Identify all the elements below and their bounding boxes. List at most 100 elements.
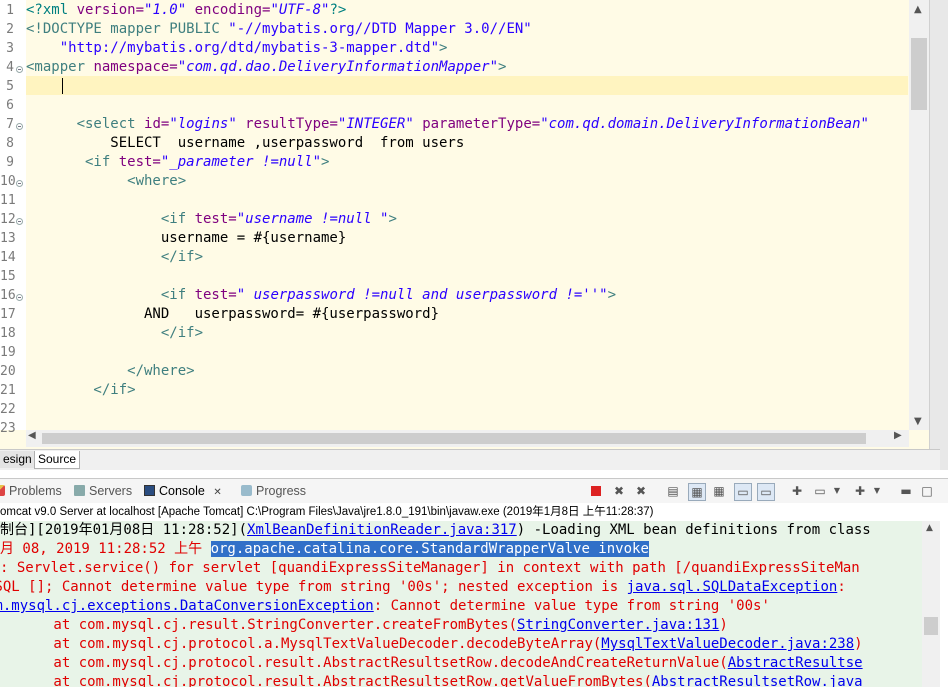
scroll-thumb[interactable] (924, 617, 938, 635)
text-caret (62, 78, 63, 94)
fold-toggle-icon[interactable] (16, 66, 23, 73)
console-process-label: omcat v9.0 Server at localhost [Apache T… (0, 503, 948, 521)
line-number: 11 (0, 193, 16, 208)
display-console-icon[interactable]: ▭ (812, 483, 828, 499)
chevron-down-icon[interactable]: ▼ (829, 483, 845, 499)
code-line-4: <mapper namespace="com.qd.dao.DeliveryIn… (26, 59, 507, 75)
console-line: SQL []; Cannot determine value type from… (0, 579, 846, 595)
line-number: 16 (0, 288, 16, 303)
source-link[interactable]: StringConverter.java:131 (517, 617, 719, 633)
console-icon (144, 485, 155, 496)
line-number: 7 (6, 117, 14, 132)
tab-progress-label: Progress (256, 484, 307, 498)
scroll-down-icon[interactable]: ▼ (914, 416, 922, 427)
fold-toggle-icon[interactable] (16, 294, 23, 301)
scroll-right-icon[interactable]: ▶ (894, 430, 902, 441)
source-link[interactable]: om.mysql.cj.exceptions.DataConversionExc… (0, 598, 374, 614)
console-vertical-scrollbar[interactable]: ▲ (922, 521, 940, 687)
tab-progress[interactable]: Progress (241, 483, 306, 500)
terminate-icon[interactable] (588, 483, 604, 499)
line-number: 19 (0, 345, 16, 360)
line-number: 23 (0, 421, 16, 436)
source-link[interactable]: MysqlTextValueDecoder.java:238 (601, 636, 854, 652)
editor-vertical-scrollbar[interactable]: ▲ ▼ (909, 0, 929, 430)
remove-all-launches-icon[interactable]: ✖ (633, 483, 649, 499)
open-console-icon[interactable]: ✚ (852, 483, 868, 499)
code-line-12: <if test="username !=null "> (26, 211, 397, 227)
line-number: 17 (0, 307, 16, 322)
console-line: at com.mysql.cj.protocol.a.MysqlTextValu… (0, 636, 863, 652)
line-number: 20 (0, 364, 16, 379)
scroll-thumb[interactable] (911, 38, 927, 110)
xml-source-editor[interactable]: 1 2 3 4 5 6 7 8 9 10 11 12 13 14 15 16 17 18 19 20 21 22 23 <?… (0, 0, 948, 449)
line-number: 14 (0, 250, 16, 265)
fold-toggle-icon[interactable] (16, 123, 23, 130)
line-number: 3 (6, 41, 14, 56)
line-number: 15 (0, 269, 16, 284)
code-line-17: AND userpassword= #{userpassword} (26, 306, 440, 322)
line-number: 1 (6, 3, 14, 18)
minimize-icon[interactable]: ▬ (898, 483, 914, 499)
scroll-lock-icon[interactable]: ▦ (688, 483, 706, 501)
console-line: at com.mysql.cj.protocol.result.Abstract… (0, 655, 863, 671)
current-line-highlight (26, 76, 908, 95)
source-link[interactable]: AbstractResultsetRow.java (652, 674, 863, 687)
line-number: 8 (6, 136, 14, 151)
scroll-thumb[interactable] (42, 433, 866, 444)
line-number: 2 (6, 22, 14, 37)
code-line-9: <if test="_parameter !=null"> (26, 154, 330, 170)
source-link[interactable]: XmlBeanDefinitionReader.java:317 (247, 522, 517, 538)
code-line-20: </where> (26, 363, 195, 379)
line-number: 5 (6, 79, 14, 94)
console-line: 一月 08, 2019 11:28:52 上午 org.apache.catal… (0, 541, 649, 557)
code-line-2: <!DOCTYPE mapper PUBLIC "-//mybatis.org/… (26, 21, 532, 37)
show-on-stdout-icon[interactable]: ▭ (734, 483, 752, 501)
problems-icon (0, 485, 5, 496)
word-wrap-icon[interactable]: ▦ (711, 483, 727, 499)
remove-launch-icon[interactable]: ✖ (611, 483, 627, 499)
console-line: at com.mysql.cj.protocol.result.Abstract… (0, 673, 863, 687)
source-link[interactable]: AbstractResultse (728, 655, 863, 671)
console-line: at com.mysql.cj.result.StringConverter.c… (0, 617, 728, 633)
show-on-stderr-icon[interactable]: ▭ (757, 483, 775, 501)
line-number: 10 (0, 174, 16, 189)
line-number: 22 (0, 402, 16, 417)
line-number: 21 (0, 383, 16, 398)
maximize-icon[interactable]: □ (919, 483, 935, 499)
editor-mode-tabs: esign Source (0, 449, 940, 470)
close-icon[interactable]: ✕ (213, 487, 221, 498)
fold-toggle-icon[interactable] (16, 180, 23, 187)
code-line-21: </if> (26, 382, 136, 398)
source-link[interactable]: java.sql.SQLDataException (627, 579, 838, 595)
chevron-down-icon[interactable]: ▼ (869, 483, 885, 499)
code-line-13: username = #{username} (26, 230, 347, 246)
tab-servers[interactable]: Servers (74, 483, 132, 500)
line-number: 4 (6, 60, 14, 75)
code-line-14: </if> (26, 249, 204, 265)
editor-horizontal-scrollbar[interactable]: ◀ ▶ (26, 430, 909, 447)
code-line-16: <if test=" userpassword !=null and userp… (26, 287, 617, 303)
clear-console-icon[interactable]: ▤ (665, 483, 681, 499)
tab-source[interactable]: Source (34, 451, 81, 469)
tab-problems-label: Problems (9, 484, 62, 498)
pin-console-icon[interactable]: ✚ (789, 483, 805, 499)
console-output[interactable]: 控制台][2019年01月08日 11:28:52](XmlBeanDefini… (0, 521, 922, 687)
tab-console[interactable]: Console ✕ (144, 483, 222, 500)
bottom-view-tabbar: Problems Servers Console ✕ Progress ✖ ✖ … (0, 478, 948, 503)
fold-toggle-icon[interactable] (16, 218, 23, 225)
line-number: 13 (0, 231, 16, 246)
tab-design[interactable]: esign (0, 451, 35, 468)
selected-text: org.apache.catalina.core.StandardWrapper… (210, 541, 649, 557)
console-line: 控制台][2019年01月08日 11:28:52](XmlBeanDefini… (0, 522, 871, 538)
scroll-left-icon[interactable]: ◀ (28, 430, 36, 441)
code-line-18: </if> (26, 325, 204, 341)
code-line-3: "http://mybatis.org/dtd/mybatis-3-mapper… (26, 40, 448, 56)
console-line: om.mysql.cj.exceptions.DataConversionExc… (0, 597, 770, 616)
scroll-up-icon[interactable]: ▲ (926, 523, 933, 533)
tab-servers-label: Servers (89, 484, 133, 498)
progress-icon (241, 485, 252, 496)
code-line-8: SELECT username ,userpassword from users (26, 135, 465, 151)
tab-problems[interactable]: Problems (0, 483, 62, 500)
scroll-up-icon[interactable]: ▲ (914, 4, 922, 15)
code-line-7: <select id="logins" resultType="INTEGER"… (26, 116, 869, 132)
